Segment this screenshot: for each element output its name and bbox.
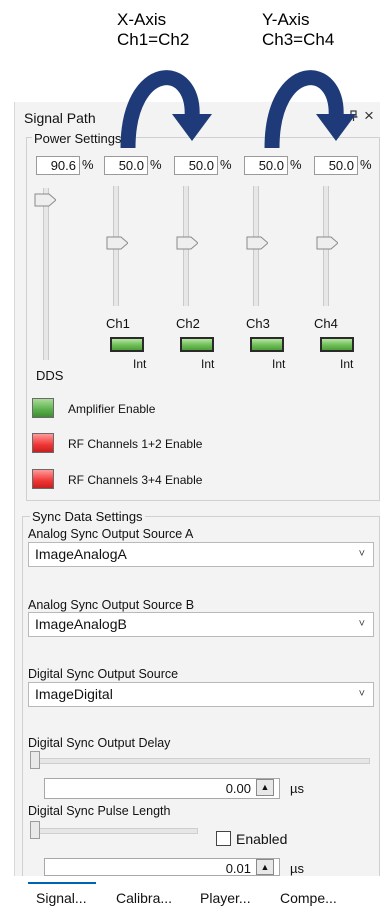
rf-channels-34-enable-label: RF Channels 3+4 Enable	[68, 473, 203, 487]
ch4-percent-sign: %	[360, 157, 372, 172]
power-settings-label: Power Settings	[32, 131, 124, 146]
tab-player[interactable]: Player...	[200, 890, 251, 906]
dds-percent-input[interactable]: 90.6	[36, 156, 80, 175]
ch1-percent-sign: %	[150, 157, 162, 172]
pulse-slider-track[interactable]	[30, 828, 198, 834]
dds-percent-sign: %	[82, 157, 94, 172]
ch4-percent-input[interactable]: 50.0	[314, 156, 358, 175]
rf-channels-34-enable-button[interactable]	[32, 469, 54, 489]
ch3-percent-input[interactable]: 50.0	[244, 156, 288, 175]
pulse-input[interactable]: 0.01	[44, 858, 280, 876]
y-axis-annotation: Y-Axis Ch3=Ch4	[262, 10, 334, 50]
source-a-select[interactable]: ImageAnalogA ˅	[28, 542, 374, 567]
dds-label: DDS	[36, 368, 64, 383]
dds-slider-thumb[interactable]	[34, 193, 56, 207]
tab-calibration[interactable]: Calibra...	[116, 890, 172, 906]
y-axis-title: Y-Axis	[262, 10, 310, 29]
source-b-select[interactable]: ImageAnalogB ˅	[28, 612, 374, 637]
source-a-value: ImageAnalogA	[35, 546, 127, 562]
delay-spin-button[interactable]: ▲	[256, 779, 274, 796]
delay-slider-thumb[interactable]	[30, 751, 40, 769]
delay-unit: µs	[290, 781, 304, 796]
ch2-percent-input[interactable]: 50.0	[174, 156, 218, 175]
tab-signal[interactable]: Signal...	[36, 890, 87, 906]
delay-input[interactable]: 0.00	[44, 778, 280, 799]
ch3-label: Ch3	[246, 316, 270, 331]
pulse-spin-button[interactable]: ▲	[256, 859, 274, 875]
panel-title: Signal Path	[24, 110, 96, 126]
active-tab-indicator	[28, 882, 96, 884]
rf-channels-12-enable-button[interactable]	[32, 433, 54, 453]
ch2-percent-sign: %	[220, 157, 232, 172]
dds-slider-track[interactable]	[43, 188, 49, 360]
ch2-int-indicator[interactable]	[180, 337, 214, 352]
digital-source-label: Digital Sync Output Source	[28, 667, 179, 681]
ch4-label: Ch4	[314, 316, 338, 331]
chevron-down-icon: ˅	[358, 618, 365, 630]
amplifier-enable-button[interactable]	[32, 398, 54, 418]
pin-icon[interactable]	[348, 110, 360, 125]
ch3-percent-sign: %	[290, 157, 302, 172]
source-a-label: Analog Sync Output Source A	[28, 527, 194, 541]
ch1-label: Ch1	[106, 316, 130, 331]
x-axis-annotation: X-Axis Ch1=Ch2	[117, 10, 189, 50]
ch3-int-indicator[interactable]	[250, 337, 284, 352]
ch1-percent-input[interactable]: 50.0	[104, 156, 148, 175]
source-b-value: ImageAnalogB	[35, 616, 127, 632]
ch3-slider-thumb[interactable]	[246, 236, 268, 250]
digital-source-select[interactable]: ImageDigital ˅	[28, 682, 374, 707]
enabled-checkbox[interactable]	[216, 831, 231, 846]
ch4-slider-thumb[interactable]	[316, 236, 338, 250]
source-b-label: Analog Sync Output Source B	[28, 598, 195, 612]
ch1-slider-thumb[interactable]	[106, 236, 128, 250]
pulse-slider-thumb[interactable]	[30, 821, 40, 839]
tab-compensation[interactable]: Compe...	[280, 890, 337, 906]
pulse-label: Digital Sync Pulse Length	[28, 804, 171, 818]
enabled-label: Enabled	[236, 831, 288, 847]
close-icon[interactable]: ×	[364, 106, 374, 126]
y-axis-mapping: Ch3=Ch4	[262, 30, 335, 49]
rf-channels-12-enable-label: RF Channels 1+2 Enable	[68, 437, 203, 451]
ch3-int-label: Int	[272, 357, 286, 371]
ch2-slider-thumb[interactable]	[176, 236, 198, 250]
ch4-int-label: Int	[340, 357, 354, 371]
chevron-down-icon: ˅	[358, 688, 365, 700]
amplifier-enable-label: Amplifier Enable	[68, 402, 156, 416]
ch1-int-indicator[interactable]	[110, 337, 144, 352]
chevron-down-icon: ˅	[358, 548, 365, 560]
sync-data-label: Sync Data Settings	[30, 509, 145, 524]
delay-label: Digital Sync Output Delay	[28, 736, 171, 750]
ch2-int-label: Int	[201, 357, 215, 371]
digital-source-value: ImageDigital	[35, 686, 113, 702]
ch1-int-label: Int	[133, 357, 147, 371]
ch4-int-indicator[interactable]	[320, 337, 354, 352]
pulse-unit: µs	[290, 861, 304, 876]
x-axis-title: X-Axis	[117, 10, 167, 29]
ch2-label: Ch2	[176, 316, 200, 331]
delay-slider-track[interactable]	[30, 758, 370, 764]
x-axis-mapping: Ch1=Ch2	[117, 30, 190, 49]
